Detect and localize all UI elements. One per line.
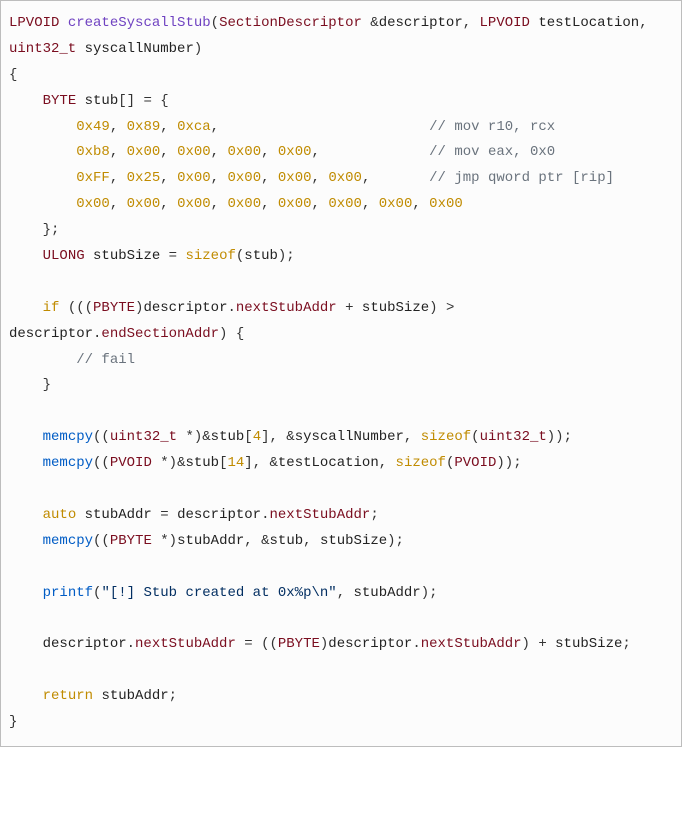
comma: , [463,15,471,31]
param1-type: SectionDescriptor [219,15,362,31]
function-name: createSyscallStub [68,15,211,31]
comment: // jmp qword ptr [429,170,563,186]
memcpy-call: memcpy [43,455,93,471]
comment-cont: [rip] [572,170,614,186]
syscallnumber-var: syscallNumber [295,429,404,445]
comment: // mov r10, rcx [429,119,555,135]
stubsize-var: stubSize [555,636,622,652]
return-kw: return [43,688,93,704]
printf-call: printf [43,585,93,601]
hex-literal: 0x00 [328,196,362,212]
hex-literal: 0x00 [177,144,211,160]
stub-var: stub [270,533,304,549]
index-literal: 4 [253,429,261,445]
hex-literal: 0x49 [76,119,110,135]
hex-literal: 0x00 [379,196,413,212]
hex-literal: 0x00 [127,196,161,212]
member-nextstubaddr: nextStubAddr [135,636,236,652]
hex-literal: 0x00 [278,170,312,186]
stub-var: stub [185,455,219,471]
comment: // mov eax, 0x0 [429,144,555,160]
hex-literal: 0x00 [227,170,261,186]
string-literal: "[!] Stub created at 0x%p\n" [101,585,336,601]
cast-type: uint32_t [110,429,177,445]
param1-name: descriptor [379,15,463,31]
member-nextstubaddr: nextStubAddr [236,300,337,316]
cast-type: PBYTE [278,636,320,652]
brace-close: } [9,714,17,730]
brackets: [] [118,93,135,109]
descriptor-var: descriptor [143,300,227,316]
hex-literal: 0xca [177,119,211,135]
param3-name: syscallNumber [85,41,194,57]
stubsize-var: stubSize [93,248,160,264]
brace-open: { [9,67,17,83]
eq-brace: = { [135,93,169,109]
descriptor-var: descriptor [177,507,261,523]
descriptor-var: descriptor [9,326,93,342]
memcpy-call: memcpy [43,533,93,549]
sizeof-type: PVOID [454,455,496,471]
byte-type: BYTE [43,93,77,109]
param2-type: LPVOID [480,15,530,31]
testlocation-var: testLocation [278,455,379,471]
param3-type: uint32_t [9,41,76,57]
cast-type: PBYTE [93,300,135,316]
hex-literal: 0x00 [177,196,211,212]
hex-literal: 0x00 [227,144,261,160]
cast-type: PBYTE [110,533,152,549]
hex-literal: 0x25 [127,170,161,186]
code-block: LPVOID createSyscallStub(SectionDescript… [0,0,682,747]
hex-literal: 0x00 [278,144,312,160]
descriptor-var: descriptor [43,636,127,652]
ulong-type: ULONG [43,248,85,264]
sizeof-kw: sizeof [185,248,235,264]
comma: , [639,15,647,31]
param2-name: testLocation [538,15,639,31]
cast-type: PVOID [110,455,152,471]
sizeof-arg: stub [244,248,278,264]
stubsize-var: stubSize [320,533,387,549]
hex-literal: 0x00 [278,196,312,212]
member-endsectionaddr: endSectionAddr [101,326,219,342]
auto-kw: auto [43,507,77,523]
memcpy-call: memcpy [43,429,93,445]
member-nextstubaddr: nextStubAddr [269,507,370,523]
hex-literal: 0x00 [127,144,161,160]
comment: // fail [76,352,135,368]
hex-literal: 0x00 [328,170,362,186]
code-line-1: LPVOID createSyscallStub(SectionDescript… [9,15,656,57]
amp: & [370,15,378,31]
hex-literal: 0x00 [429,196,463,212]
hex-literal: 0xb8 [76,144,110,160]
sizeof-kw: sizeof [396,455,446,471]
close-brace-semi: }; [9,222,59,238]
stubsize-var: stubSize [362,300,429,316]
hex-literal: 0x00 [177,170,211,186]
close-brace: } [9,377,51,393]
member-nextstubaddr: nextStubAddr [421,636,522,652]
sizeof-type: uint32_t [480,429,547,445]
stub-var: stub [211,429,245,445]
hex-literal: 0x00 [227,196,261,212]
stubaddr-var: stubAddr [101,688,168,704]
stubaddr-var: stubAddr [354,585,421,601]
index-literal: 14 [227,455,244,471]
code-line-3: BYTE stub[] = { [9,93,169,109]
paren-close: ) [194,41,202,57]
stub-var: stub [85,93,119,109]
hex-literal: 0x89 [127,119,161,135]
hex-literal: 0xFF [76,170,110,186]
sizeof-kw: sizeof [421,429,471,445]
hex-literal: 0x00 [76,196,110,212]
paren-open: ( [211,15,219,31]
stubaddr-var: stubAddr [177,533,244,549]
descriptor-var: descriptor [328,636,412,652]
return-type: LPVOID [9,15,59,31]
stubaddr-var: stubAddr [85,507,152,523]
if-kw: if [43,300,60,316]
